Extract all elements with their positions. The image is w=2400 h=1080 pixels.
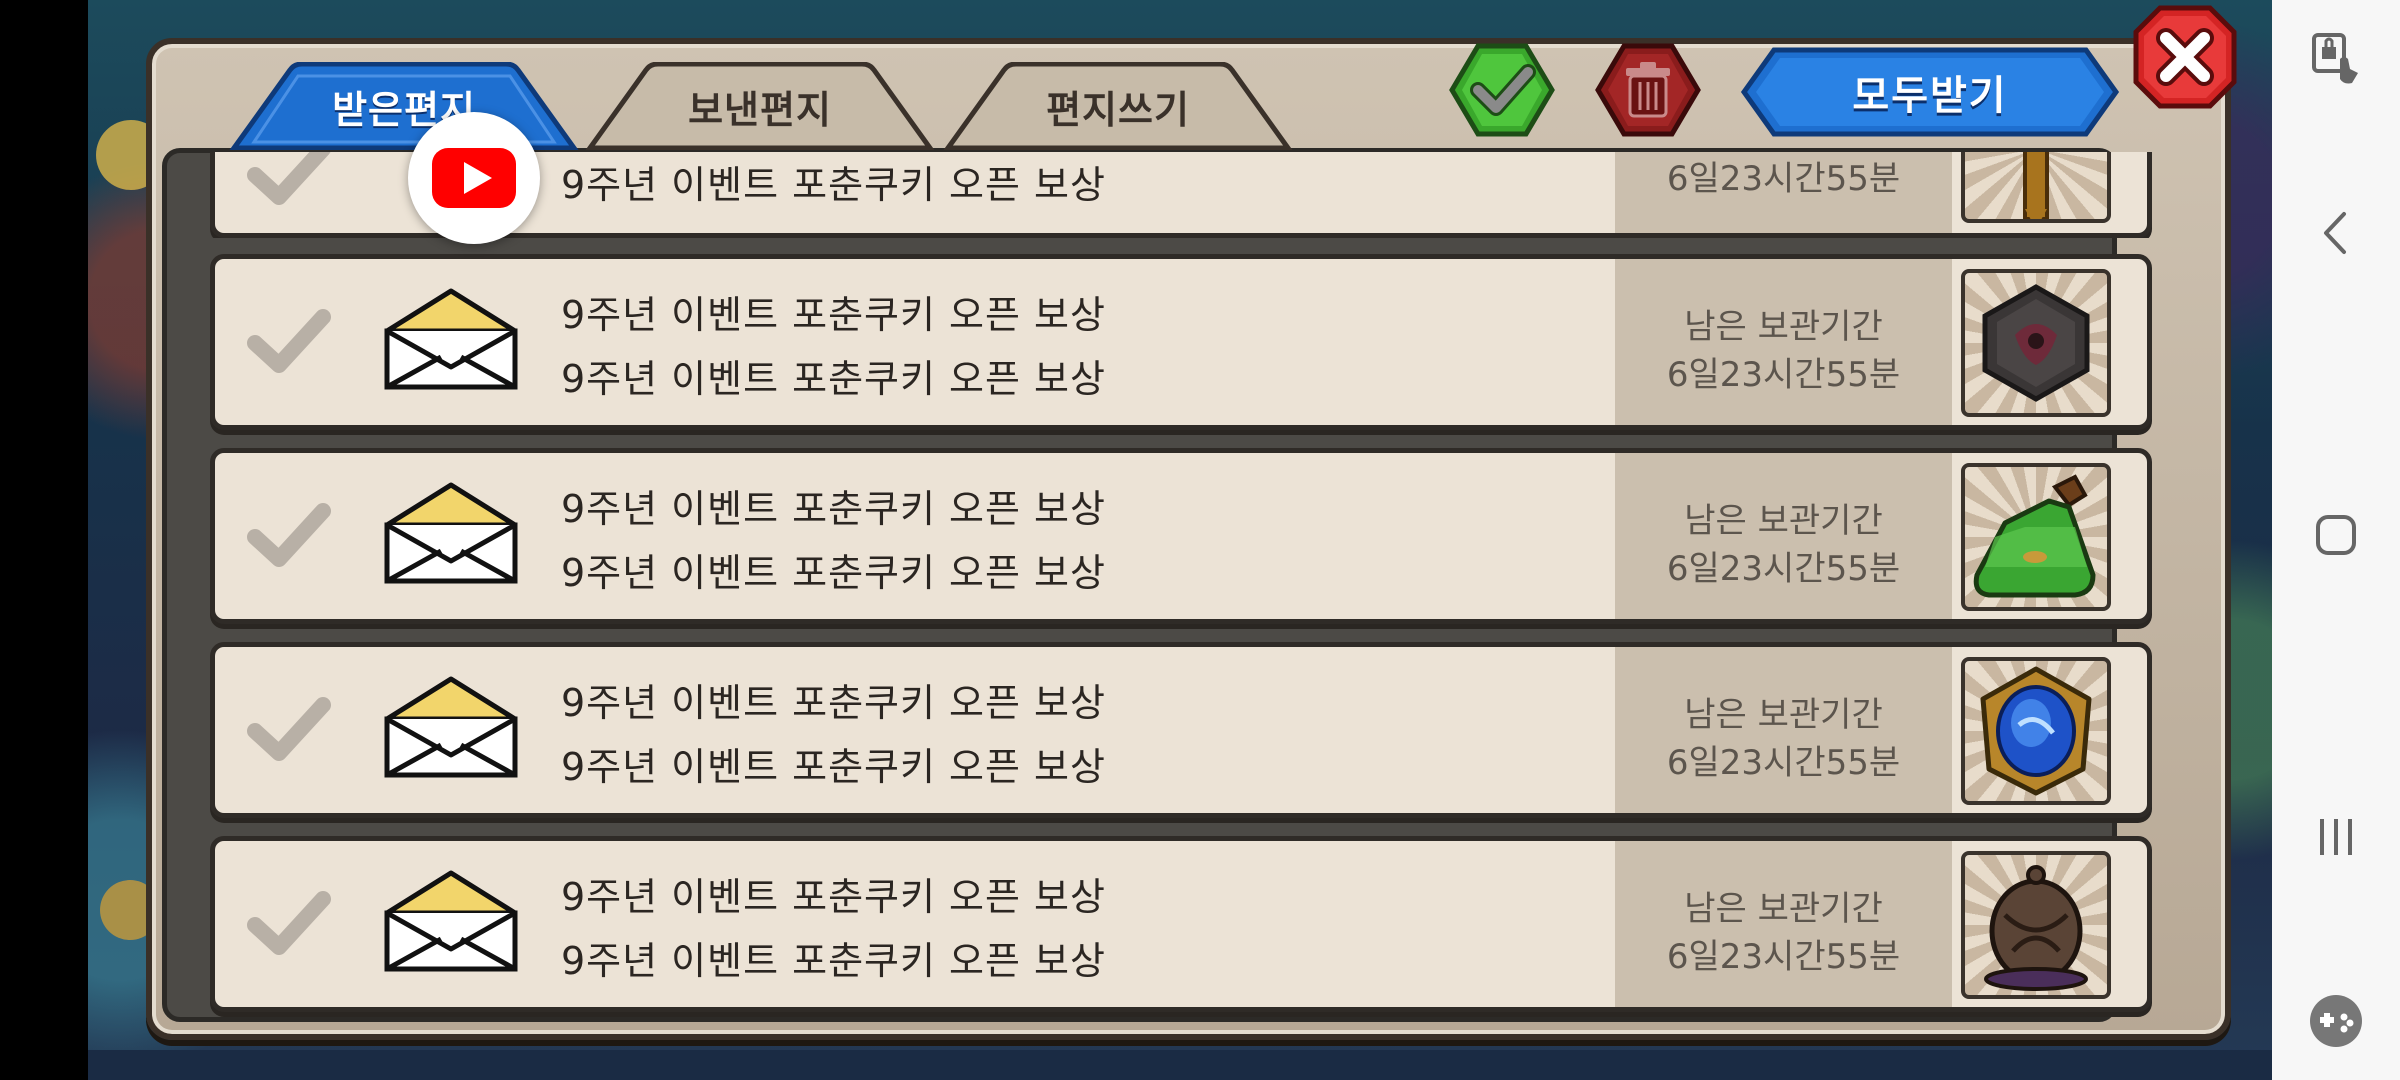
blue-gem-badge-reward-icon (1980, 666, 2092, 796)
expiry-time: 6일23시간55분 (1666, 743, 1901, 783)
game-tools-icon (2310, 995, 2362, 1047)
expiry-text: 남은 보관기간 6일23시간55분 (1615, 497, 1952, 593)
check-icon[interactable] (247, 501, 331, 571)
green-potion-reward-icon (1973, 474, 2096, 598)
expiry-text: 6일23시간55분 (1615, 155, 1952, 203)
expiry-text: 남은 보관기간 6일23시간55분 (1615, 303, 1952, 399)
youtube-icon (432, 148, 516, 208)
reward-slot[interactable] (1961, 463, 2111, 611)
envelope-icon (384, 676, 518, 778)
tab-write[interactable]: 편지쓰기 (942, 62, 1294, 150)
receive-all-button[interactable]: 모두받기 (1740, 46, 2120, 138)
expiry-label: 남은 보관기간 (1684, 307, 1883, 347)
mail-title-line-1: 9주년 이벤트 포춘쿠키 오픈 보상 (561, 487, 1106, 531)
mail-text: 9주년 이벤트 포춘쿠키 오픈 보상 (561, 153, 1561, 217)
expiry-time: 6일23시간55분 (1666, 159, 1901, 199)
youtube-button[interactable] (408, 112, 540, 244)
mail-row[interactable]: 9주년 이벤트 포춘쿠키 오픈 보상 9주년 이벤트 포춘쿠키 오픈 보상 남은… (210, 642, 2152, 818)
check-icon[interactable] (247, 889, 331, 959)
touch-lock-icon (2312, 33, 2358, 84)
envelope-icon (384, 288, 518, 390)
expiry-time: 6일23시간55분 (1666, 549, 1901, 589)
mail-title-line-1: 9주년 이벤트 포춘쿠키 오픈 보상 (561, 293, 1106, 337)
trash-icon (1595, 43, 1701, 137)
touch-lock-button[interactable] (2272, 14, 2400, 104)
expiry-label: 남은 보관기간 (1684, 695, 1883, 735)
mail-text: 9주년 이벤트 포춘쿠키 오픈 보상 9주년 이벤트 포춘쿠키 오픈 보상 (561, 671, 1561, 799)
mail-title-line-1: 9주년 이벤트 포춘쿠키 오픈 보상 (561, 681, 1106, 725)
mail-row[interactable]: 9주년 이벤트 포춘쿠키 오픈 보상 9주년 이벤트 포춘쿠키 오픈 보상 남은… (210, 254, 2152, 430)
check-icon (1449, 43, 1555, 137)
home-icon (2316, 515, 2356, 555)
reward-slot[interactable] (1961, 851, 2111, 999)
back-icon (2324, 212, 2346, 254)
mail-text: 9주년 이벤트 포춘쿠키 오픈 보상 9주년 이벤트 포춘쿠키 오픈 보상 (561, 865, 1561, 993)
mail-title-line-2: 9주년 이벤트 포춘쿠키 오픈 보상 (561, 939, 1106, 983)
mail-text: 9주년 이벤트 포춘쿠키 오픈 보상 9주년 이벤트 포춘쿠키 오픈 보상 (561, 477, 1561, 605)
reward-slot[interactable] (1961, 657, 2111, 805)
home-button[interactable] (2272, 490, 2400, 580)
tab-sent-label: 보낸편지 (688, 87, 832, 132)
tab-sent[interactable]: 보낸편지 (584, 62, 936, 150)
mail-text: 9주년 이벤트 포춘쿠키 오픈 보상 9주년 이벤트 포춘쿠키 오픈 보상 (561, 283, 1561, 411)
envelope-icon (384, 482, 518, 584)
delete-button[interactable] (1594, 42, 1702, 138)
tab-write-label: 편지쓰기 (1046, 87, 1190, 132)
receive-all-label: 모두받기 (1852, 73, 2008, 119)
mail-title-line-2: 9주년 이벤트 포춘쿠키 오픈 보상 (561, 357, 1106, 401)
mail-row[interactable]: 9주년 이벤트 포춘쿠키 오픈 보상 9주년 이벤트 포춘쿠키 오픈 보상 남은… (210, 836, 2152, 1012)
reward-slot[interactable] (1961, 269, 2111, 417)
expiry-text: 남은 보관기간 6일23시간55분 (1615, 885, 1952, 981)
mail-title-line-2: 9주년 이벤트 포춘쿠키 오픈 보상 (561, 551, 1106, 595)
back-button[interactable] (2272, 188, 2400, 278)
creature-egg-reward-icon (1984, 865, 2088, 991)
system-navigation-bar (2272, 0, 2400, 1080)
check-icon[interactable] (247, 695, 331, 765)
dark-emblem-reward-icon (1982, 284, 2090, 402)
expiry-text: 남은 보관기간 6일23시간55분 (1615, 691, 1952, 787)
game-tools-button[interactable] (2272, 976, 2400, 1066)
envelope-icon (384, 870, 518, 972)
check-icon[interactable] (247, 307, 331, 377)
close-button[interactable] (2132, 4, 2238, 110)
game-bottom-strip (88, 1050, 2272, 1080)
mail-title-line-1: 9주년 이벤트 포춘쿠키 오픈 보상 (561, 875, 1106, 919)
expiry-label: 남은 보관기간 (1684, 501, 1883, 541)
mail-title-line-2: 9주년 이벤트 포춘쿠키 오픈 보상 (561, 163, 1106, 207)
left-black-bar (0, 0, 88, 1080)
select-all-button[interactable] (1448, 42, 1556, 138)
recents-icon (2320, 819, 2352, 855)
mail-row[interactable]: 9주년 이벤트 포춘쿠키 오픈 보상 9주년 이벤트 포춘쿠키 오픈 보상 남은… (210, 448, 2152, 624)
expiry-label: 남은 보관기간 (1684, 889, 1883, 929)
expiry-time: 6일23시간55분 (1666, 355, 1901, 395)
close-icon (2133, 5, 2237, 109)
recents-button[interactable] (2272, 792, 2400, 882)
expiry-time: 6일23시간55분 (1666, 937, 1901, 977)
mail-title-line-2: 9주년 이벤트 포춘쿠키 오픈 보상 (561, 745, 1106, 789)
